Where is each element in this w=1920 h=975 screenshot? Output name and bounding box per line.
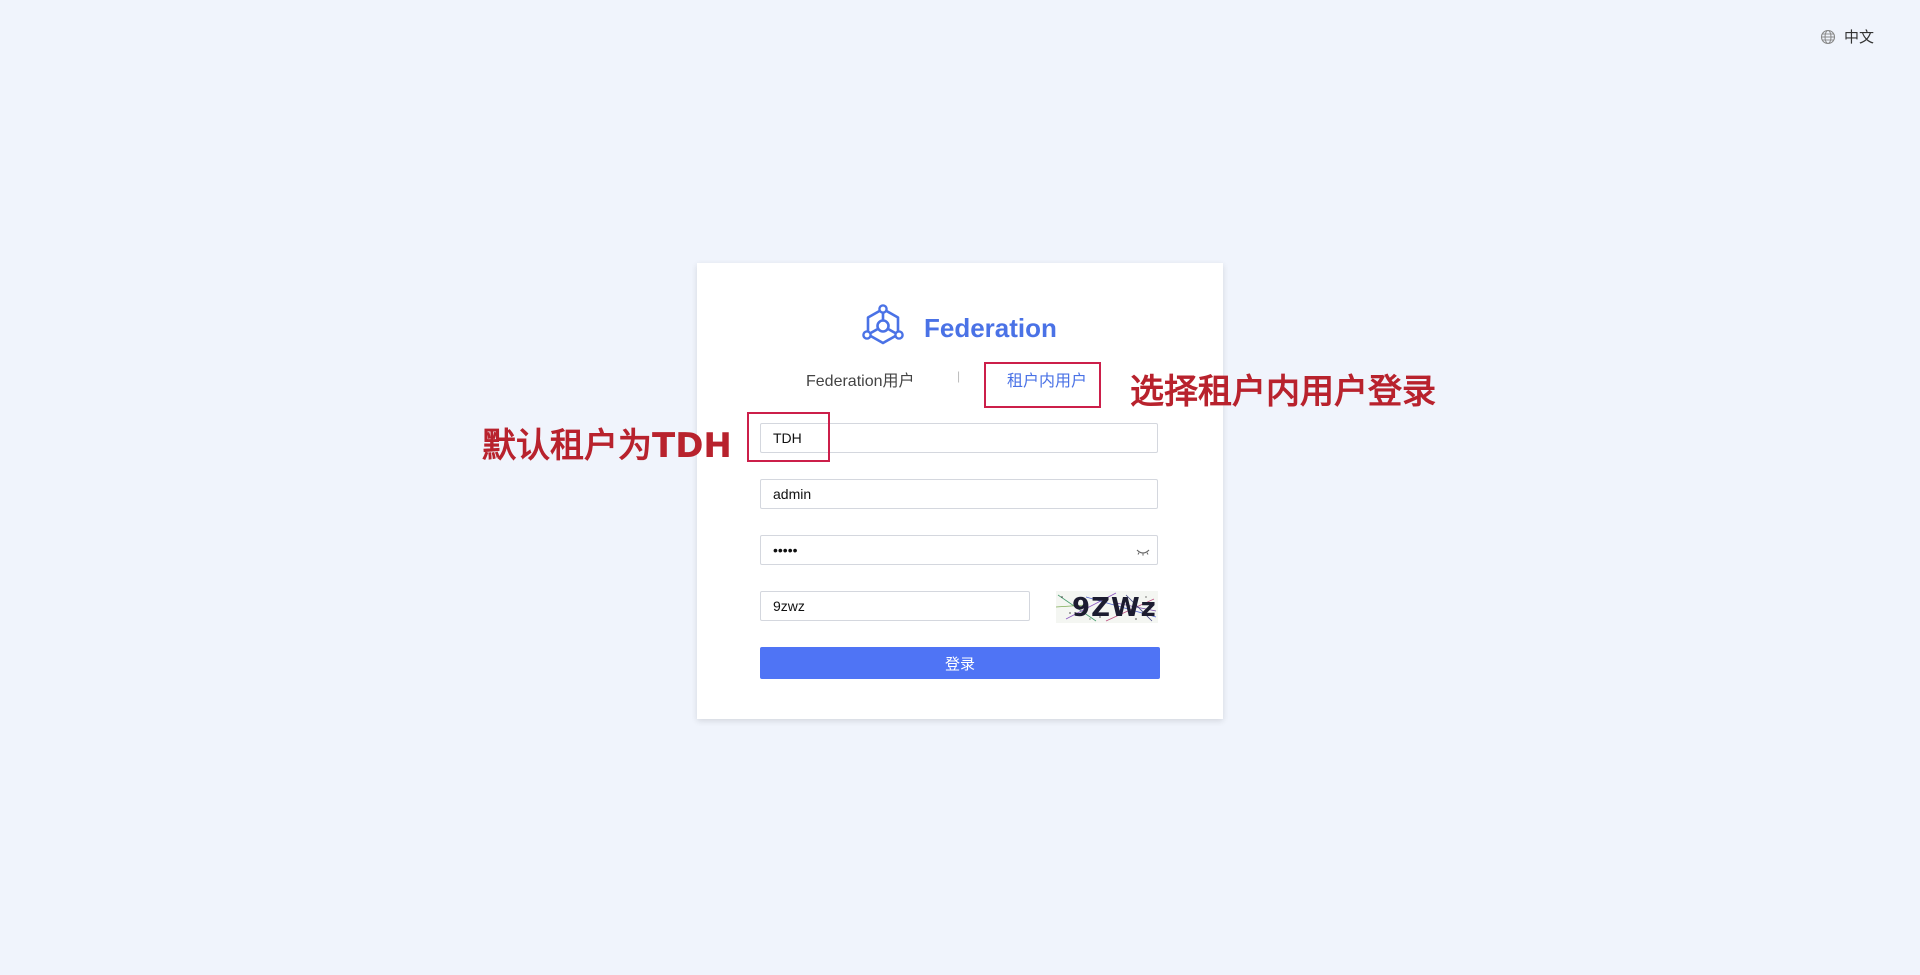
- annotation-tab-note: 选择租户内用户登录: [1130, 372, 1436, 412]
- language-switcher[interactable]: 中文: [1820, 26, 1874, 47]
- login-button[interactable]: 登录: [760, 647, 1160, 679]
- tab-tenant-user[interactable]: 租户内用户: [1007, 367, 1087, 391]
- molecule-logo-icon: [860, 303, 906, 354]
- captcha-text: 9ZWz: [1072, 593, 1157, 623]
- language-label[interactable]: 中文: [1844, 26, 1874, 47]
- username-input[interactable]: [760, 479, 1158, 509]
- globe-icon: [1820, 29, 1836, 45]
- brand-title: Federation: [924, 313, 1057, 343]
- tenant-input[interactable]: [760, 423, 1158, 453]
- password-input[interactable]: [760, 535, 1158, 565]
- eye-closed-icon[interactable]: [1135, 544, 1151, 562]
- login-card: Federation Federation用户 | 租户内用户 TDH admi…: [697, 263, 1223, 719]
- captcha-input[interactable]: [760, 591, 1030, 621]
- tab-separator: |: [957, 369, 961, 383]
- captcha-image[interactable]: 9ZWz: [1056, 591, 1158, 623]
- annotation-tenant-note: 默认租户为TDH: [482, 426, 732, 466]
- brand-header: Federation: [860, 303, 1057, 354]
- tab-federation-user[interactable]: Federation用户: [806, 367, 915, 391]
